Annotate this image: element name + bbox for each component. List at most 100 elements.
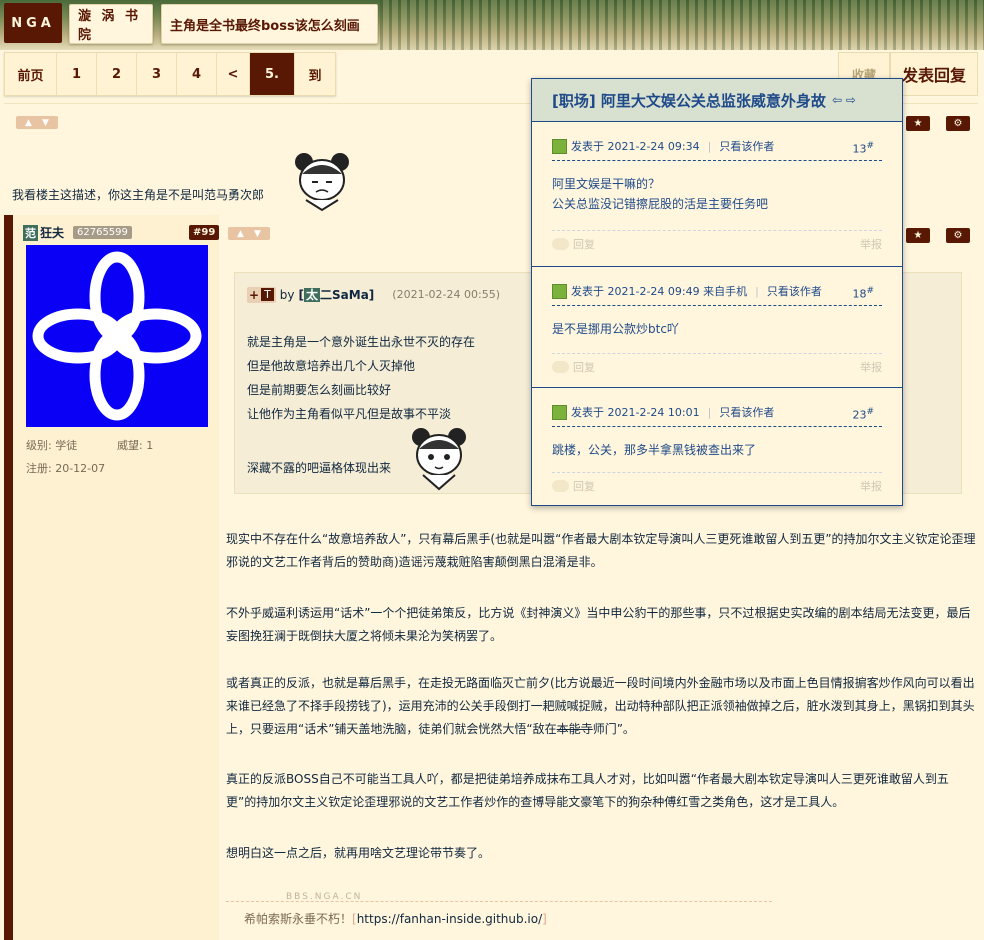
reply-link[interactable]: 回复 [552, 359, 595, 375]
report-link[interactable]: 举报 [860, 236, 882, 252]
user-prestige: 威望: 1 [117, 439, 154, 452]
user-post-icon [552, 138, 567, 154]
post-paragraph: 不外乎威逼利诱运用“话术”一个个把徒弟策反，比方说《封神演义》当中申公豹干的那些… [226, 606, 971, 643]
clover-avatar-image [32, 251, 202, 421]
user-registered: 注册: 20-12-07 [26, 462, 106, 475]
quote-by: by [279, 287, 295, 302]
reply-line: 是不是挪用公款炒btc吖 [552, 322, 679, 336]
signature-bracket: ] [542, 912, 547, 926]
post-paragraph-tail: 敌在 [532, 722, 557, 736]
popup-reply-item: 发表于 2021-2-24 09:49 来自手机 | 只看该作者 18# 是不是… [532, 267, 902, 388]
view-author-only-link[interactable]: 只看该作者 [719, 138, 774, 154]
reply-line: 公关总监没记错擦屁股的活是主要任务吧 [552, 197, 769, 211]
quote-header: + T by [太二SaMa] (2021-02-24 00:55) [247, 286, 500, 303]
signature-divider [226, 901, 772, 902]
floor-number[interactable]: #99 [189, 225, 220, 240]
post-paragraph: 想明白这一点之后，就再用啥文艺理论带节奏了。 [226, 846, 491, 860]
reply-divider [552, 305, 882, 306]
reply-label[interactable]: 回复 [573, 359, 595, 375]
quote-author-name[interactable]: 二SaMa [320, 288, 369, 302]
vote-buttons: ▲ ▼ [228, 227, 270, 240]
anime-girl-sticker [295, 153, 349, 212]
quote-line: 让他作为主角看似平凡但是故事不平淡 [247, 407, 452, 421]
user-level: 级别: 学徒 [26, 439, 78, 452]
star-icon[interactable]: ★ [906, 116, 930, 131]
reply-floor-mark: # [866, 407, 874, 417]
reply-floor-mark: # [866, 141, 874, 151]
pager-page-4[interactable]: 4 [177, 53, 217, 95]
gear-icon[interactable]: ⚙ [946, 116, 970, 131]
reply-bubble-icon [552, 238, 569, 250]
breadcrumb-forum[interactable]: 漩 涡 书 院 [69, 4, 153, 44]
popup-title-text[interactable]: [职场] 阿里大文娱公关总监张威意外身故 [552, 90, 826, 111]
pager-prev-button[interactable]: < [217, 53, 250, 95]
gear-icon[interactable]: ⚙ [946, 228, 970, 243]
reply-footer-divider [552, 353, 882, 354]
popup-reply-item: 发表于 2021-2-24 09:34 | 只看该作者 13# 阿里文娱是干嘛的… [532, 122, 902, 267]
report-link[interactable]: 举报 [860, 359, 882, 375]
pager-current-page[interactable]: 5. [250, 53, 295, 95]
avatar[interactable] [26, 245, 208, 427]
breadcrumb-thread-title[interactable]: 主角是全书最终boss该怎么刻画 [161, 4, 378, 44]
reply-footer-divider [552, 472, 882, 473]
reply-meta: 发表于 2021-2-24 09:34 | 只看该作者 [552, 138, 882, 154]
thumb-up-icon[interactable]: ▲ [25, 118, 32, 128]
thumb-down-icon[interactable]: ▼ [254, 229, 261, 239]
pager-page-1[interactable]: 1 [57, 53, 97, 95]
reply-floor-number[interactable]: 23# [852, 407, 874, 422]
reply-label[interactable]: 回复 [573, 236, 595, 252]
reply-floor-mark: # [866, 286, 874, 296]
pager-page-2[interactable]: 2 [97, 53, 137, 95]
user-post-icon [552, 404, 567, 420]
quote-tag[interactable]: + T [247, 286, 276, 303]
signature-link[interactable]: https://fanhan-inside.github.io/ [357, 912, 542, 926]
post-paragraph: 现实中不存在什么“故意培养敌人”，只有幕后黑手(也就是叫嚣“作者最大剧本钦定导演… [226, 532, 976, 569]
meta-separator: | [707, 139, 712, 153]
vote-buttons: ▲ ▼ [16, 116, 58, 129]
user-badge: 范 [23, 224, 38, 241]
report-link[interactable]: 举报 [860, 478, 882, 494]
post-reply-button[interactable]: 发表回复 [890, 52, 978, 96]
thumb-up-icon[interactable]: ▲ [237, 229, 244, 239]
banner-texture [380, 0, 984, 50]
username-text[interactable]: 狂夫 [40, 224, 64, 241]
pager-first-button[interactable]: 前页 [5, 53, 57, 95]
meta-separator: | [707, 405, 712, 419]
quote-line: 深藏不露的吧逼格体现出来 [247, 461, 392, 475]
reply-footer: 回复 举报 [552, 359, 882, 375]
reply-link[interactable]: 回复 [552, 236, 595, 252]
reply-floor-value: 13 [852, 142, 867, 156]
popup-title[interactable]: [职场] 阿里大文娱公关总监张威意外身故 ⇦ ⇨ [532, 79, 902, 122]
reply-line: 阿里文娱是干嘛的？ [552, 177, 661, 191]
pager-goto-button[interactable]: 到 [295, 53, 335, 95]
reply-content: 是不是挪用公款炒btc吖 [552, 319, 679, 339]
reply-content: 阿里文娱是干嘛的？ 公关总监没记错擦屁股的活是主要任务吧 [552, 174, 768, 214]
reply-divider [552, 426, 882, 427]
user-id-badge[interactable]: 62765599 [73, 226, 132, 239]
reply-floor-value: 23 [852, 408, 867, 422]
reply-floor-number[interactable]: 18# [852, 286, 874, 301]
post-paragraph: 真正的反派BOSS自己不可能当工具人吖，都是把徒弟培养成抹布工具人才对，比如叫嚣… [226, 772, 949, 809]
reply-link[interactable]: 回复 [552, 478, 595, 494]
pagination: 前页 1 2 3 4 < 5. 到 [4, 52, 336, 96]
username[interactable]: 范 狂夫 [23, 224, 64, 241]
post-paragraph: 或者真正的反派，也就是幕后黑手，在走投无路面临灭亡前夕(比方说最近一段时间境内外… [226, 672, 976, 741]
star-icon[interactable]: ★ [906, 228, 930, 243]
reply-footer: 回复 举报 [552, 478, 882, 494]
quote-date: (2021-02-24 00:55) [392, 288, 500, 301]
reply-content: 跳楼，公关，那多半拿黑钱被查出来了 [552, 440, 756, 460]
reply-footer-divider [552, 230, 882, 231]
reply-label[interactable]: 回复 [573, 478, 595, 494]
thumb-down-icon[interactable]: ▼ [42, 118, 49, 128]
view-author-only-link[interactable]: 只看该作者 [719, 404, 774, 420]
reply-bubble-icon [552, 361, 569, 373]
reply-meta: 发表于 2021-2-24 09:49 来自手机 | 只看该作者 [552, 283, 882, 299]
popup-reply-item: 发表于 2021-2-24 10:01 | 只看该作者 23# 跳楼，公关，那多… [532, 388, 902, 505]
view-author-only-link[interactable]: 只看该作者 [767, 283, 822, 299]
popup-nav-arrows-icon[interactable]: ⇦ ⇨ [832, 93, 856, 107]
reply-divider [552, 160, 882, 161]
quote-author[interactable]: [太二SaMa] [299, 286, 374, 303]
pager-page-3[interactable]: 3 [137, 53, 177, 95]
nga-logo[interactable]: NGA [4, 3, 62, 43]
reply-floor-number[interactable]: 13# [852, 141, 874, 156]
